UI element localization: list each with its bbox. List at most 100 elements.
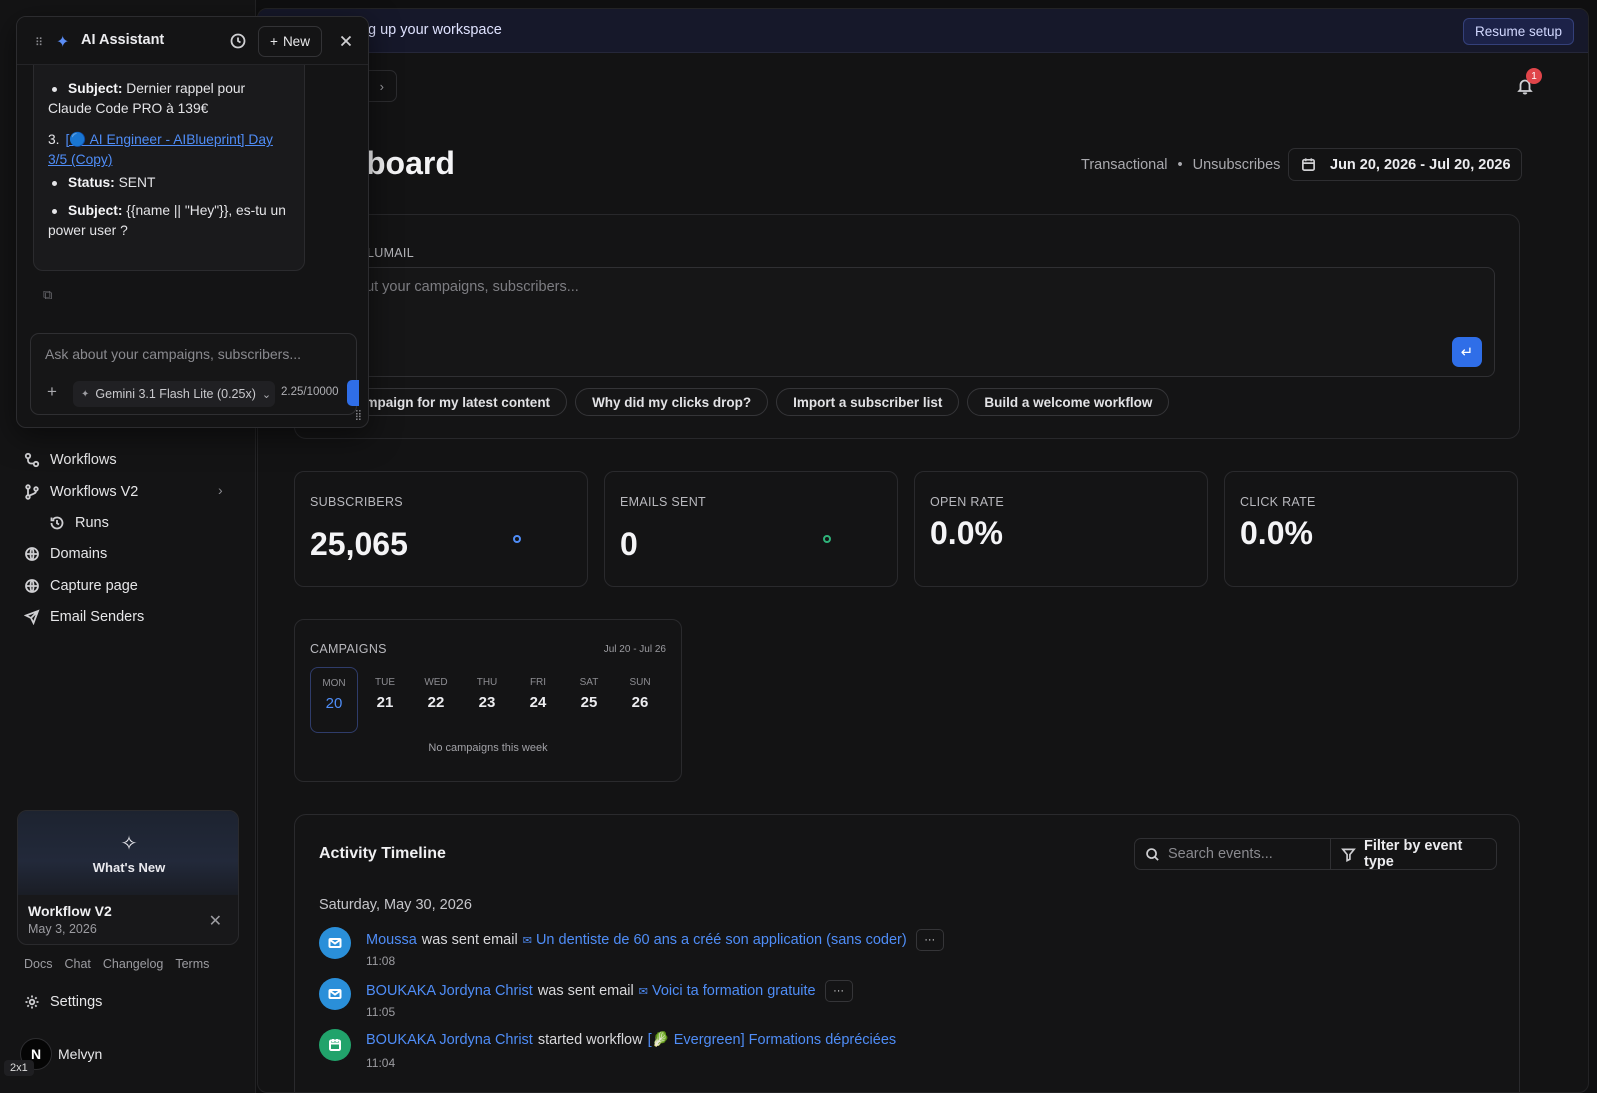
- calendar-day[interactable]: WED 22: [412, 667, 460, 733]
- assistant-header: ⠿ ✦ AI Assistant + New: [17, 17, 368, 65]
- sidebar-item-label: Settings: [50, 994, 103, 1010]
- sidebar-item-label: Runs: [75, 515, 109, 531]
- campaign-link[interactable]: [🔵 AI Engineer - AIBlueprint] Day: [66, 130, 273, 150]
- whats-new-label: What's New: [92, 860, 166, 875]
- sidebar-item-runs[interactable]: Runs: [49, 511, 109, 535]
- event-time: 11:04: [366, 1056, 396, 1070]
- sidebar-item-workflows-v2[interactable]: Workflows V2: [24, 480, 138, 504]
- main-content: g up your workspace Resume setup › 1 boa…: [257, 8, 1589, 1093]
- stat-value: 0.0%: [1240, 515, 1313, 551]
- event-user-link[interactable]: Moussa: [366, 932, 417, 948]
- event-target-link[interactable]: ✉ Voici ta formation gratuite: [639, 983, 816, 999]
- suggestion-chip[interactable]: Why did my clicks drop?: [575, 388, 769, 416]
- whats-new-title: Workflow V2: [28, 903, 112, 919]
- date-range-picker[interactable]: Jun 20, 2026 - Jul 20, 2026: [1288, 148, 1522, 181]
- stat-card-subscribers: SUBSCRIBERS 25,065: [294, 471, 588, 587]
- day-name: TUE: [375, 677, 395, 688]
- more-options-button[interactable]: ···: [824, 980, 853, 1002]
- event-user-link[interactable]: BOUKAKA Jordyna Christ: [366, 1032, 533, 1048]
- close-icon[interactable]: ✕: [209, 911, 222, 931]
- search-events-input[interactable]: Search events...: [1134, 838, 1330, 870]
- notifications-button[interactable]: 1: [1516, 68, 1542, 95]
- more-options-button[interactable]: ···: [915, 929, 944, 951]
- chevron-right-icon[interactable]: ›: [218, 482, 223, 498]
- new-chat-button[interactable]: + New: [258, 26, 322, 57]
- stat-card-click-rate: CLICK RATE 0.0%: [1224, 471, 1518, 587]
- whats-new-banner: ✧ What's New: [18, 811, 238, 895]
- chevron-right-icon: ›: [379, 78, 384, 94]
- usage-quota: 2.25/10000: [281, 386, 339, 398]
- sidebar-item-domains[interactable]: Domains: [24, 542, 107, 566]
- resume-setup-button[interactable]: Resume setup: [1462, 18, 1574, 45]
- send-button[interactable]: [347, 380, 359, 406]
- whats-new-card[interactable]: ✧ What's New Workflow V2 May 3, 2026 ✕: [17, 810, 239, 945]
- ask-ai-card: LUMAIL out your campaigns, subscribers..…: [294, 214, 1520, 439]
- campaign-link-continued[interactable]: 3/5 (Copy): [48, 150, 112, 170]
- transactional-link[interactable]: Transactional: [1081, 157, 1168, 173]
- item-number: 3.: [48, 132, 60, 147]
- stat-card-open-rate: OPEN RATE 0.0%: [914, 471, 1208, 587]
- event-text: BOUKAKA Jordyna Christ started workflow …: [366, 1031, 897, 1049]
- calendar-day[interactable]: SUN 26: [616, 667, 664, 733]
- close-button[interactable]: [337, 32, 355, 50]
- suggestion-chip[interactable]: Build a welcome workflow: [967, 388, 1170, 416]
- suggestion-chips: e a campaign for my latest content Why d…: [319, 388, 1170, 416]
- workflow-icon: [24, 452, 40, 468]
- event-user-link[interactable]: BOUKAKA Jordyna Christ: [366, 983, 533, 999]
- sidebar-item-label: Domains: [50, 546, 108, 562]
- suggestion-chip[interactable]: Import a subscriber list: [776, 388, 960, 416]
- day-date: 20: [325, 695, 343, 712]
- copy-icon[interactable]: ⧉: [43, 287, 52, 303]
- campaigns-label: CAMPAIGNS: [310, 642, 387, 656]
- campaigns-card: CAMPAIGNS Jul 20 - Jul 26 MON 20 TUE 21 WE…: [294, 619, 682, 782]
- calendar-day[interactable]: SAT 25: [565, 667, 613, 733]
- sidebar-item-capture-page[interactable]: Capture page: [24, 574, 138, 598]
- day-date: 25: [580, 694, 598, 711]
- assistant-input[interactable]: Ask about your campaigns, subscribers...…: [30, 333, 359, 415]
- close-icon: [340, 35, 352, 47]
- day-date: 22: [427, 694, 445, 711]
- branch-icon: [25, 484, 39, 500]
- calendar-day[interactable]: THU 23: [463, 667, 511, 733]
- send-button[interactable]: ↵: [1452, 337, 1482, 367]
- gear-icon: [25, 995, 39, 1009]
- notification-badge: 1: [1526, 68, 1542, 84]
- event-target-label: Un dentiste de 60 ans a créé son applica…: [535, 932, 907, 948]
- event-time: 11:05: [366, 1005, 396, 1019]
- docs-link[interactable]: Docs: [24, 957, 52, 971]
- attach-plus-icon[interactable]: +: [47, 382, 57, 402]
- event-target-link[interactable]: [🥬 Evergreen] Formations dépréciées: [648, 1031, 897, 1048]
- sidebar-item-label: Email Senders: [50, 609, 145, 625]
- calendar-day[interactable]: FRI 24: [514, 667, 562, 733]
- sparkles-icon: ✦: [56, 34, 70, 51]
- sparkle-icon: ✧: [120, 833, 138, 855]
- unsubscribes-link[interactable]: Unsubscribes: [1193, 157, 1281, 173]
- history-button[interactable]: [229, 32, 247, 50]
- filter-label: Filter by event type: [1363, 838, 1463, 870]
- setup-banner-text: g up your workspace: [368, 22, 502, 38]
- sidebar-item-email-senders[interactable]: Email Senders: [24, 605, 144, 629]
- assistant-message: Status: DRAFT Subject: Dernier rappel po…: [33, 47, 305, 271]
- search-placeholder: Search events...: [1168, 846, 1273, 862]
- calendar-day[interactable]: TUE 21: [361, 667, 409, 733]
- filter-icon: [1341, 848, 1356, 862]
- user-name: Melvyn: [58, 1046, 103, 1062]
- terms-link[interactable]: Terms: [175, 957, 209, 971]
- calendar-day[interactable]: MON 20: [310, 667, 358, 733]
- changelog-link[interactable]: Changelog: [103, 957, 163, 971]
- field-key: Subject:: [68, 203, 123, 218]
- list-item: Status: SENT: [51, 173, 155, 193]
- drag-handle-icon[interactable]: ⠿: [35, 36, 43, 49]
- day-name: WED: [424, 677, 448, 688]
- sidebar-item-settings[interactable]: Settings: [24, 990, 102, 1014]
- sidebar-item-label: Workflows: [50, 452, 117, 468]
- sidebar-item-workflows[interactable]: Workflows: [24, 448, 117, 472]
- ask-ai-input[interactable]: out your campaigns, subscribers... ↵: [319, 267, 1495, 377]
- event-target-link[interactable]: ✉ Un dentiste de 60 ans a créé son appli…: [523, 932, 907, 948]
- day-name: FRI: [529, 677, 547, 688]
- model-selector[interactable]: ✦ Gemini 3.1 Flash Lite (0.25x) ⌄: [73, 381, 275, 407]
- chat-link[interactable]: Chat: [64, 957, 90, 971]
- resize-handle-icon[interactable]: ⣿: [355, 410, 362, 421]
- day-date: 24: [529, 694, 547, 711]
- filter-event-type-button[interactable]: Filter by event type: [1330, 838, 1497, 870]
